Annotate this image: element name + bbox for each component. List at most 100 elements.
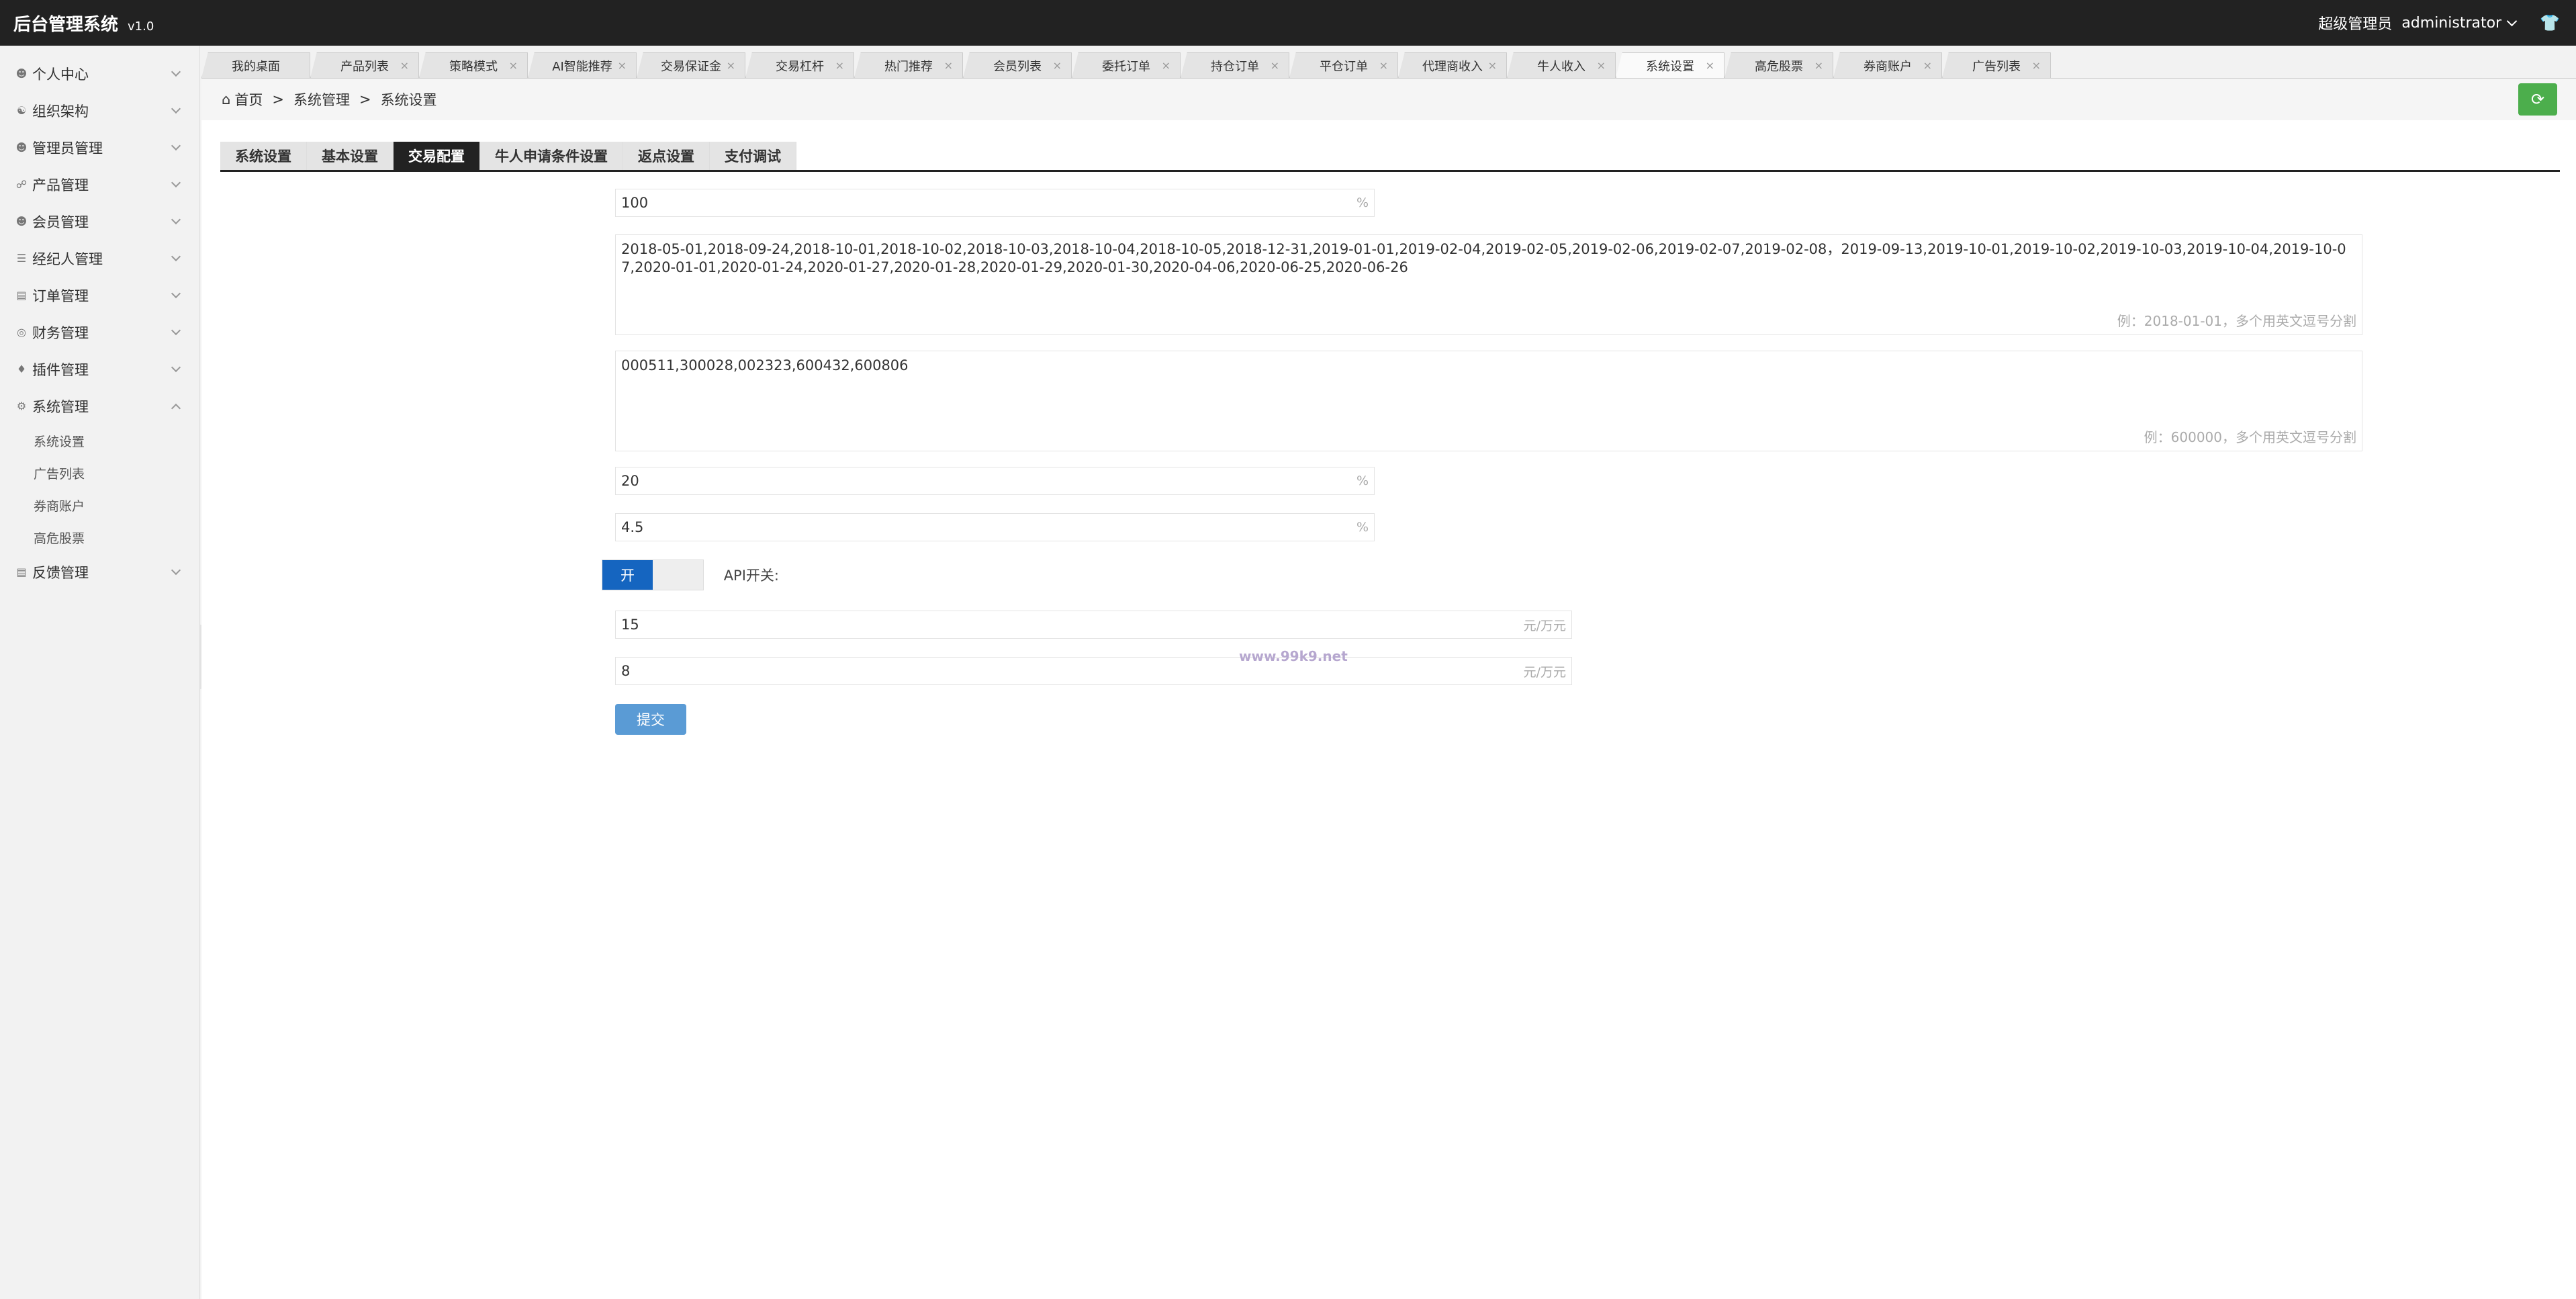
close-icon[interactable]: × xyxy=(1271,59,1279,72)
tab-desktop[interactable]: 我的桌面 xyxy=(201,52,310,78)
close-icon[interactable]: × xyxy=(509,59,518,72)
chevron-down-icon xyxy=(171,177,181,187)
close-icon[interactable]: × xyxy=(2032,59,2041,72)
tab-position-orders[interactable]: 持仓订单 × xyxy=(1181,52,1289,78)
subtab-basic[interactable]: 基本设置 xyxy=(307,142,394,170)
subtab-trade-config[interactable]: 交易配置 xyxy=(394,142,480,170)
sidebar-item-profile[interactable]: ☻ 个人中心 xyxy=(0,55,199,92)
submenu-item-broker-accounts[interactable]: 券商账户 xyxy=(0,489,199,521)
max-usage-input[interactable]: 100 % xyxy=(615,189,1375,217)
blacklist-textarea[interactable]: 000511,300028,002323,600432,600806 例：600… xyxy=(615,351,2362,451)
sidebar-item-label: 会员管理 xyxy=(32,214,89,230)
st-max-rise-value: 4.5 xyxy=(621,519,644,535)
chevron-down-icon xyxy=(2506,15,2518,26)
member-icon: ☻ xyxy=(15,215,28,228)
breadcrumb-parent[interactable]: 系统管理 xyxy=(293,89,350,109)
sidebar-item-admins[interactable]: ☻ 管理员管理 xyxy=(0,129,199,166)
st-max-rise-input[interactable]: 4.5 % xyxy=(615,513,1375,541)
sidebar-item-members[interactable]: ☻ 会员管理 xyxy=(0,203,199,240)
subtab-expert-conditions[interactable]: 牛人申请条件设置 xyxy=(480,142,623,170)
refresh-button[interactable]: ⟳ xyxy=(2518,83,2557,116)
tab-system-settings[interactable]: 系统设置 × xyxy=(1616,52,1724,78)
watermark: www.99k9.net xyxy=(1239,648,1348,664)
tab-label: 广告列表 xyxy=(1972,59,2021,74)
sidebar-item-finance[interactable]: ◎ 财务管理 xyxy=(0,314,199,351)
submenu-item-ad-list[interactable]: 广告列表 xyxy=(0,457,199,489)
tab-label: 委托订单 xyxy=(1102,59,1150,74)
submenu-item-risk-stocks[interactable]: 高危股票 xyxy=(0,521,199,553)
plugin-icon: ♦ xyxy=(16,363,27,375)
sidebar-item-brokers[interactable]: ☰ 经纪人管理 xyxy=(0,240,199,277)
sidebar-item-system[interactable]: ⚙ 系统管理 xyxy=(0,388,199,424)
tab-label: 我的桌面 xyxy=(232,59,280,74)
api-toggle-on: 开 xyxy=(602,560,653,590)
defer-cost-input[interactable]: 8 元/万元 xyxy=(615,657,1572,685)
chevron-up-icon xyxy=(171,403,181,413)
close-icon[interactable]: × xyxy=(1379,59,1388,72)
tab-close-orders[interactable]: 平仓订单 × xyxy=(1289,52,1398,78)
order-icon: ▤ xyxy=(16,289,27,302)
sidebar-item-feedback[interactable]: ▤ 反馈管理 xyxy=(0,553,199,590)
chevron-down-icon xyxy=(171,251,181,261)
tab-risk-stocks[interactable]: 高危股票 × xyxy=(1724,52,1833,78)
sidebar-item-label: 产品管理 xyxy=(32,177,89,193)
tab-broker-accounts[interactable]: 券商账户 × xyxy=(1833,52,1942,78)
tab-members[interactable]: 会员列表 × xyxy=(963,52,1072,78)
tab-leverage[interactable]: 交易杠杆 × xyxy=(745,52,854,78)
submit-button[interactable]: 提交 xyxy=(615,704,686,735)
tab-hot[interactable]: 热门推荐 × xyxy=(854,52,963,78)
subtab-rebate[interactable]: 返点设置 xyxy=(623,142,710,170)
close-icon[interactable]: × xyxy=(1488,59,1497,72)
tab-expert-income[interactable]: 牛人收入 × xyxy=(1507,52,1616,78)
close-icon[interactable]: × xyxy=(1597,59,1606,72)
chevron-down-icon xyxy=(171,288,181,298)
tab-label: AI智能推荐 xyxy=(552,59,612,74)
submenu-item-system-settings[interactable]: 系统设置 xyxy=(0,424,199,457)
close-icon[interactable]: × xyxy=(1053,59,1062,72)
tab-product-list[interactable]: 产品列表 × xyxy=(310,52,419,78)
chevron-down-icon xyxy=(171,565,181,575)
home-icon: ⌂ xyxy=(222,91,231,107)
holidays-textarea[interactable]: 2018-05-01,2018-09-24,2018-10-01,2018-10… xyxy=(615,234,2362,335)
sidebar-item-label: 个人中心 xyxy=(32,66,89,83)
user-menu[interactable]: administrator xyxy=(2401,15,2518,32)
lock-icon: ☍ xyxy=(15,178,28,191)
close-icon[interactable]: × xyxy=(400,59,409,72)
sidebar-item-label: 经纪人管理 xyxy=(32,251,103,267)
tab-label: 高危股票 xyxy=(1755,59,1803,74)
percent-suffix: % xyxy=(1356,474,1369,488)
shirt-icon[interactable]: 👕 xyxy=(2540,13,2560,32)
close-icon[interactable]: × xyxy=(1814,59,1823,72)
close-icon[interactable]: × xyxy=(618,59,627,72)
breadcrumb-current: 系统设置 xyxy=(380,92,437,108)
sidebar-item-products[interactable]: ☍ 产品管理 xyxy=(0,166,199,203)
subtab-payment-debug[interactable]: 支付调试 xyxy=(710,142,796,170)
percent-suffix: % xyxy=(1356,195,1369,210)
close-icon[interactable]: × xyxy=(1162,59,1170,72)
user-role: 超级管理员 xyxy=(2318,16,2393,33)
tab-ai-recommend[interactable]: AI智能推荐 × xyxy=(528,52,637,78)
subtab-system[interactable]: 系统设置 xyxy=(220,142,307,170)
tab-strategy[interactable]: 策略模式 × xyxy=(419,52,528,78)
sidebar-item-label: 组织架构 xyxy=(32,103,89,120)
normal-max-rise-input[interactable]: 20 % xyxy=(615,467,1375,495)
open-cost-input[interactable]: 15 元/万元 xyxy=(615,611,1572,639)
tab-entrust-orders[interactable]: 委托订单 × xyxy=(1072,52,1181,78)
breadcrumb-home[interactable]: 首页 xyxy=(234,89,263,109)
tab-margin[interactable]: 交易保证金 × xyxy=(637,52,745,78)
sidebar-item-plugins[interactable]: ♦ 插件管理 xyxy=(0,351,199,388)
sidebar-item-orders[interactable]: ▤ 订单管理 xyxy=(0,277,199,314)
defer-cost-value: 8 xyxy=(621,663,631,679)
sidebar-item-org[interactable]: ☯ 组织架构 xyxy=(0,92,199,129)
api-toggle[interactable]: 开 xyxy=(602,559,704,590)
close-icon[interactable]: × xyxy=(835,59,844,72)
tab-agent-income[interactable]: 代理商收入 × xyxy=(1398,52,1507,78)
close-icon[interactable]: × xyxy=(944,59,953,72)
close-icon[interactable]: × xyxy=(1706,59,1714,72)
app-title: 后台管理系统 xyxy=(13,14,119,35)
tab-ad-list[interactable]: 广告列表 × xyxy=(1942,52,2051,78)
close-icon[interactable]: × xyxy=(1923,59,1932,72)
sidebar-item-label: 系统管理 xyxy=(32,398,89,415)
close-icon[interactable]: × xyxy=(727,59,735,72)
unit-suffix: 元/万元 xyxy=(1523,664,1566,680)
